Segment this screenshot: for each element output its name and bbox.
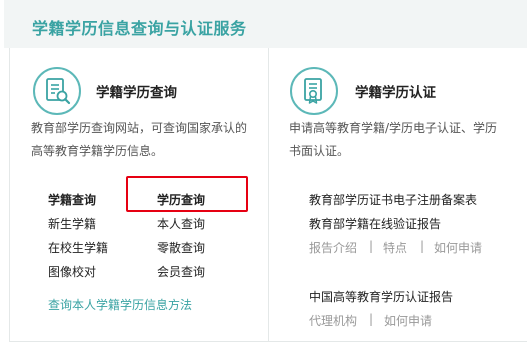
description-line: 申请高等教育学籍/学历电子认证、学历 <box>289 121 498 135</box>
xueji-report-link[interactable]: 教育部学籍在线验证报告 <box>309 215 441 232</box>
separator: | <box>369 239 374 253</box>
report-intro-link[interactable]: 报告介绍 <box>309 239 357 256</box>
query-method-link[interactable]: 查询本人学籍学历信息方法 <box>48 296 192 313</box>
member-query-link[interactable]: 会员查询 <box>157 263 205 280</box>
xueli-certification-card: 学籍学历认证 申请高等教育学籍/学历电子认证、学历 书面认证。 教育部学历证书电… <box>268 48 527 342</box>
separator: | <box>369 312 374 326</box>
separator: | <box>420 239 425 253</box>
new-student-link[interactable]: 新生学籍 <box>48 215 96 232</box>
agency-link[interactable]: 代理机构 <box>309 312 357 329</box>
xueji-query-link[interactable]: 学籍查询 <box>48 191 96 208</box>
section-header: 学籍学历信息查询与认证服务 <box>0 0 527 48</box>
highlight-box <box>126 176 248 212</box>
how-to-apply-link[interactable]: 如何申请 <box>434 239 482 256</box>
features-link[interactable]: 特点 <box>383 239 407 256</box>
description-line: 高等教育学籍学历信息。 <box>31 144 164 158</box>
card-title: 学籍学历查询 <box>96 85 177 101</box>
enrolled-student-link[interactable]: 在校生学籍 <box>48 239 108 256</box>
description-line: 教育部学历查询网站，可查询国家承认的 <box>31 121 248 135</box>
how-to-apply-link[interactable]: 如何申请 <box>384 312 432 329</box>
diploma-report-link[interactable]: 教育部学历证书电子注册备案表 <box>309 191 477 208</box>
document-search-icon <box>33 67 81 115</box>
certificate-icon <box>290 67 338 115</box>
card-description: 申请高等教育学籍/学历电子认证、学历 书面认证。 <box>289 117 497 163</box>
zero-query-link[interactable]: 零散查询 <box>157 239 205 256</box>
personal-query-link[interactable]: 本人查询 <box>157 215 205 232</box>
image-check-link[interactable]: 图像校对 <box>48 263 96 280</box>
page: 学籍学历信息查询与认证服务 学籍学历查询 教育部学历查询网站，可查询国家承认的 … <box>0 0 527 342</box>
certification-report-link[interactable]: 中国高等教育学历认证报告 <box>309 288 453 305</box>
card-title: 学籍学历认证 <box>355 85 436 101</box>
section-title: 学籍学历信息查询与认证服务 <box>32 19 247 38</box>
card-description: 教育部学历查询网站，可查询国家承认的 高等教育学籍学历信息。 <box>31 117 247 163</box>
description-line: 书面认证。 <box>289 144 350 158</box>
